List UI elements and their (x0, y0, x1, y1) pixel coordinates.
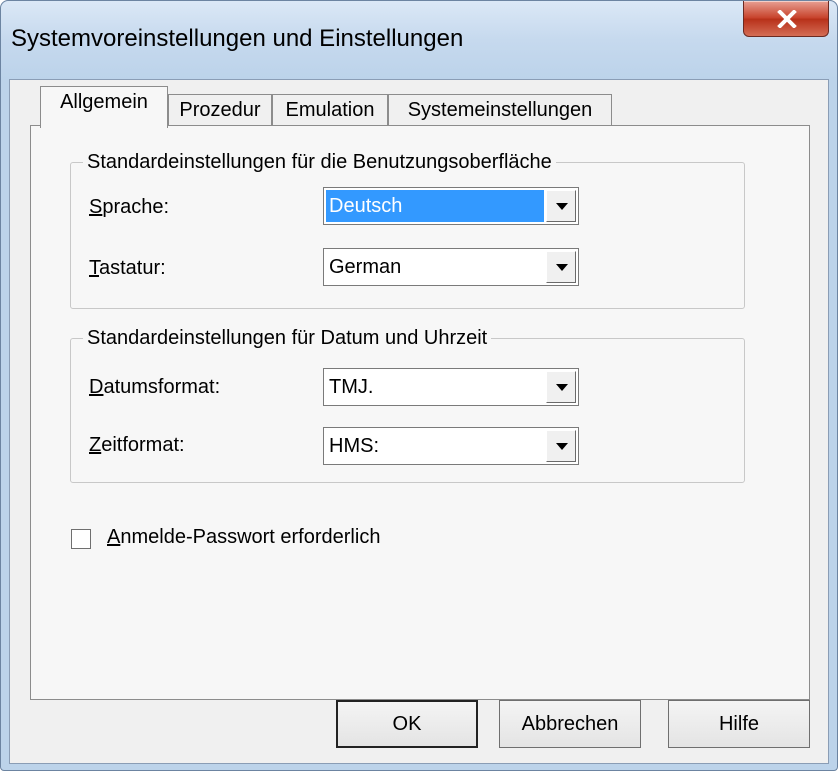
ui-settings-legend: Standardeinstellungen für die Benutzungs… (87, 151, 552, 173)
keyboard-label: Tastatur: (89, 257, 166, 280)
close-x-icon (777, 10, 797, 28)
language-label-text: prache: (102, 196, 170, 218)
dialog-window: Systemvoreinstellungen und Einstellungen… (0, 0, 838, 771)
date-format-value: TMJ. (329, 376, 374, 398)
keyboard-dropdown[interactable]: German (323, 248, 579, 286)
date-format-label-accel: D (89, 376, 104, 398)
time-format-dropdown-button[interactable] (546, 430, 576, 462)
date-format-dropdown[interactable]: TMJ. (323, 368, 579, 406)
title-bar[interactable]: Systemvoreinstellungen und Einstellungen (1, 1, 837, 79)
time-format-label-text: eitformat: (101, 434, 185, 456)
window-title: Systemvoreinstellungen und Einstellungen (11, 25, 464, 52)
password-required-checkbox[interactable] (71, 529, 91, 549)
tab-panel-allgemein: Standardeinstellungen für die Benutzungs… (30, 125, 810, 700)
language-dropdown[interactable]: Deutsch (323, 187, 579, 225)
datetime-settings-legend: Standardeinstellungen für Datum und Uhrz… (87, 327, 488, 349)
chevron-down-icon (556, 443, 568, 450)
date-format-label: Datumsformat: (89, 376, 220, 399)
language-dropdown-button[interactable] (546, 190, 576, 222)
ok-button[interactable]: OK (336, 700, 478, 748)
password-required-label[interactable]: Anmelde-Passwort erforderlich (107, 526, 380, 549)
time-format-dropdown[interactable]: HMS: (323, 427, 579, 465)
keyboard-label-accel: T (89, 257, 99, 279)
language-label-accel: S (89, 196, 103, 218)
keyboard-label-text: astatur: (99, 257, 166, 279)
dialog-client-area: Allgemein Prozedur Emulation Systemeinst… (9, 79, 829, 764)
time-format-label: Zeitformat: (89, 434, 185, 457)
language-value: Deutsch (326, 190, 544, 222)
date-format-label-text: atumsformat: (103, 376, 221, 398)
tab-emulation[interactable]: Emulation (272, 94, 388, 126)
password-required-label-text: nmelde-Passwort erforderlich (120, 526, 381, 548)
close-button[interactable] (743, 1, 829, 37)
chevron-down-icon (556, 264, 568, 271)
language-label: Sprache: (89, 196, 169, 219)
chevron-down-icon (556, 384, 568, 391)
keyboard-dropdown-button[interactable] (546, 251, 576, 283)
tab-allgemein[interactable]: Allgemein (40, 86, 168, 128)
date-format-dropdown-button[interactable] (546, 371, 576, 403)
time-format-label-accel: Z (89, 434, 102, 456)
keyboard-value: German (329, 256, 402, 278)
password-required-label-accel: A (107, 526, 121, 548)
tab-prozedur[interactable]: Prozedur (168, 94, 272, 126)
chevron-down-icon (556, 203, 568, 210)
tab-systemeinstellungen[interactable]: Systemeinstellungen (388, 94, 612, 126)
help-button[interactable]: Hilfe (668, 700, 810, 748)
cancel-button[interactable]: Abbrechen (499, 700, 641, 748)
time-format-value: HMS: (329, 435, 379, 457)
